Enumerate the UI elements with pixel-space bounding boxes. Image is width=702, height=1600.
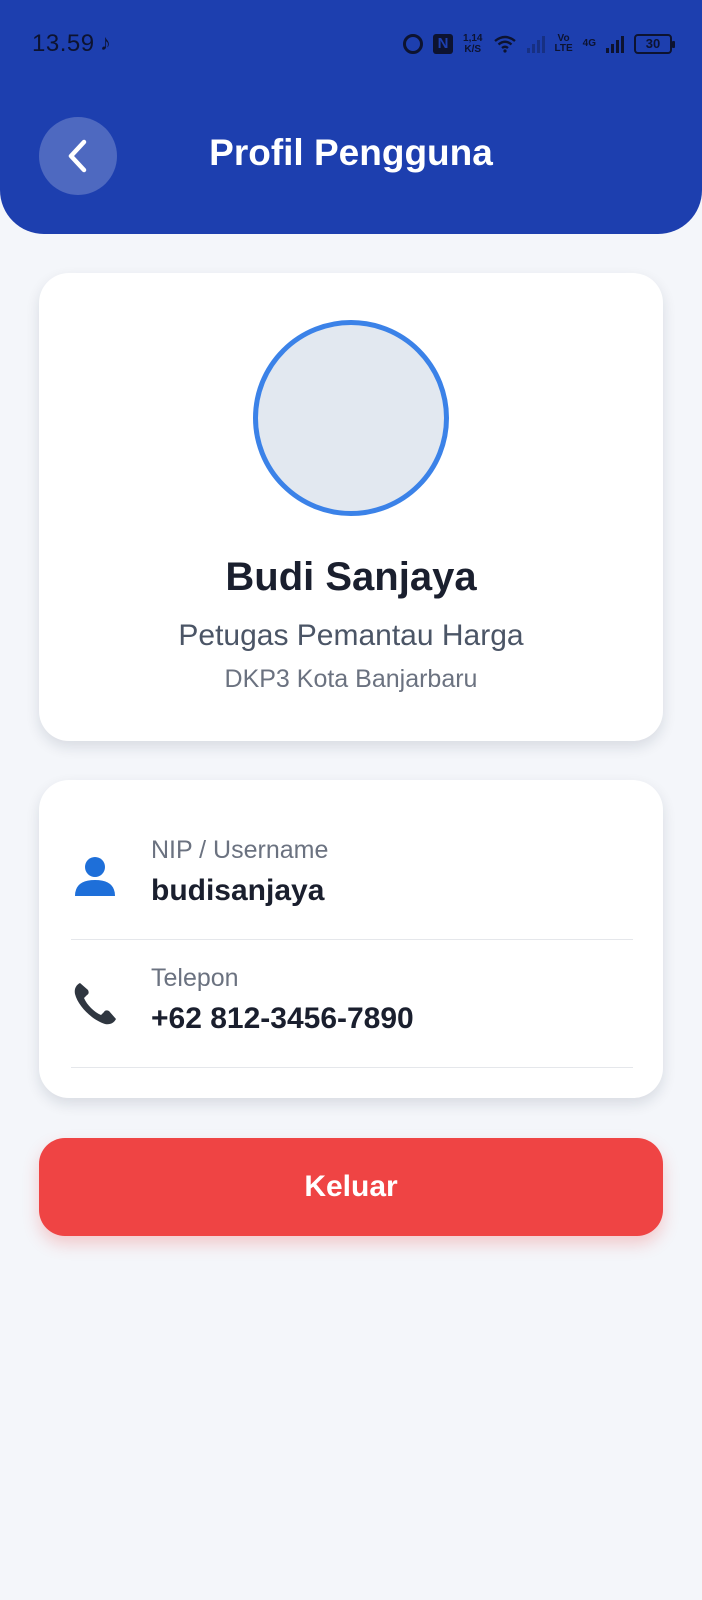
info-value: budisanjaya	[151, 874, 325, 907]
alarm-icon	[403, 34, 424, 54]
info-label: Telepon	[151, 964, 239, 992]
tiktok-icon: ♪	[100, 30, 111, 55]
logout-button[interactable]: Keluar	[39, 1138, 663, 1236]
network-speed: 1,14 K/S	[463, 33, 482, 55]
status-icons: N 1,14 K/S Vo LTE 4G 30	[403, 28, 675, 60]
avatar	[253, 320, 449, 516]
signal-sim2-icon	[606, 35, 624, 53]
profile-role: Petugas Pemantau Harga	[178, 619, 524, 652]
profile-card: Budi Sanjaya Petugas Pemantau Harga DKP3…	[39, 273, 663, 741]
nfc-icon: N	[433, 34, 454, 54]
app-header: 13.59 ♪ N 1,14 K/S Vo LTE 4G 30 Profil P…	[0, 0, 702, 234]
page-title: Profil Pengguna	[209, 132, 493, 173]
info-row-username: NIP / Username budisanjaya	[71, 812, 633, 940]
network-speed-unit: K/S	[464, 44, 482, 55]
profile-name: Budi Sanjaya	[225, 555, 477, 599]
info-card: NIP / Username budisanjaya Telepon +62 8…	[39, 780, 663, 1098]
network-speed-value: 1,14	[463, 33, 483, 44]
info-label: NIP / Username	[151, 836, 329, 864]
info-value: +62 812-3456-7890	[151, 1002, 414, 1035]
signal-sim1-icon	[526, 35, 545, 53]
status-bar: 13.59 ♪ N 1,14 K/S Vo LTE 4G 30	[0, 26, 702, 62]
user-icon	[75, 857, 115, 896]
info-row-phone: Telepon +62 812-3456-7890	[71, 940, 633, 1068]
volte-icon: Vo LTE	[555, 34, 573, 54]
volte-bottom: LTE	[554, 43, 573, 54]
profile-organization: DKP3 Kota Banjarbaru	[224, 665, 478, 693]
status-time: 13.59	[32, 30, 95, 57]
phone-icon	[74, 983, 116, 1025]
wifi-icon	[493, 35, 516, 53]
network-type: 4G	[582, 38, 596, 49]
battery-icon: 30	[634, 34, 675, 54]
